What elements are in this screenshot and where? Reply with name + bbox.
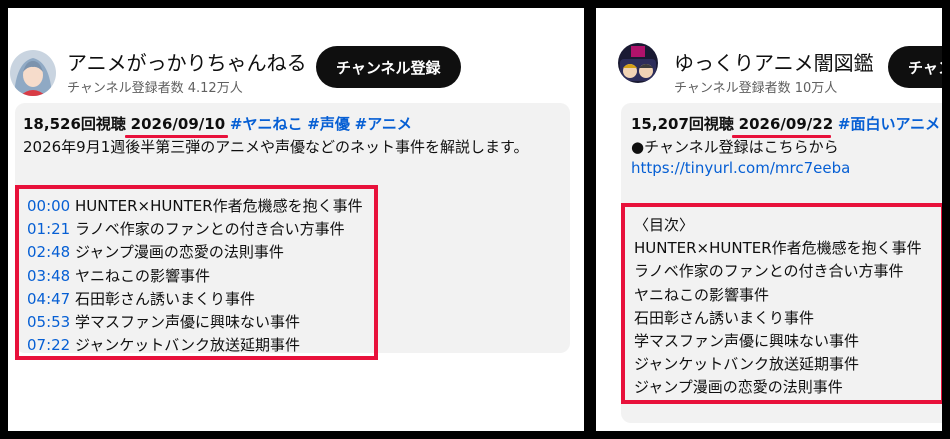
toc-highlight-box: 〈目次〉 HUNTER×HUNTER作者危機感を抱く事件 ラノベ作家のファンとの…	[621, 203, 942, 404]
channel-name[interactable]: アニメがっかりちゃんねる	[67, 47, 307, 76]
toc-heading: 〈目次〉	[634, 216, 695, 234]
timestamp-link[interactable]: 00:00	[27, 197, 70, 215]
chapter-row: 04:47 石田彰さん誘いまくり事件	[27, 288, 374, 311]
chapter-row: 07:22 ジャンケットバンク放送延期事件	[27, 334, 374, 357]
chapter-title: ジャンケットバンク放送延期事件	[75, 336, 301, 355]
description-box[interactable]: 18,526回視聴 2026/09/10 #ヤニねこ #声優 #アニメ 2026…	[15, 103, 570, 360]
description-text: 2026年9月1週後半第三弾のアニメや声優などのネット事件を解説します。	[23, 138, 529, 156]
toc-item: ジャンケットバンク放送延期事件	[634, 355, 860, 374]
meta-line: 15,207回視聴 2026/09/22 #面白いアニメ	[631, 113, 940, 134]
toc-item: ラノベ作家のファンとの付き合い方事件	[634, 262, 904, 281]
chapter-row: 00:00 HUNTER×HUNTER作者危機感を抱く事件	[27, 195, 374, 218]
chapter-title: ジャンプ漫画の恋愛の法則事件	[75, 243, 284, 262]
channel-row: ゆっくりアニメ闇図鑑 チャンネル登録者数 10万人 チャンネル登録	[596, 43, 942, 100]
toc-item: 学マスファン声優に興味ない事件	[634, 331, 860, 350]
hashtag-link[interactable]: #面白いアニメ	[838, 115, 940, 133]
timestamp-link[interactable]: 01:21	[27, 220, 70, 238]
subscribe-button[interactable]: チャンネル登録	[316, 46, 461, 88]
chapter-title: ラノベ作家のファンとの付き合い方事件	[75, 220, 345, 239]
timestamp-link[interactable]: 04:47	[27, 290, 70, 308]
chapter-highlight-box: 00:00 HUNTER×HUNTER作者危機感を抱く事件 01:21 ラノベ作…	[15, 185, 378, 360]
channel-name[interactable]: ゆっくりアニメ闇図鑑	[674, 47, 874, 76]
left-video-card: アニメがっかりちゃんねる チャンネル登録者数 4.12万人 チャンネル登録 18…	[8, 8, 584, 431]
channel-row: アニメがっかりちゃんねる チャンネル登録者数 4.12万人 チャンネル登録	[8, 44, 584, 100]
upload-date: 2026/09/22	[738, 115, 834, 133]
hashtag-link[interactable]: #声優	[307, 115, 350, 133]
description-text: ●チャンネル登録はこちらから	[631, 138, 839, 156]
chapter-title: 石田彰さん誘いまくり事件	[75, 289, 256, 308]
view-count: 18,526回視聴	[23, 115, 126, 133]
upload-date: 2026/09/10	[130, 115, 226, 133]
chapter-title: HUNTER×HUNTER作者危機感を抱く事件	[75, 197, 363, 215]
hashtag-link[interactable]: #アニメ	[355, 115, 412, 133]
timestamp-link[interactable]: 03:48	[27, 267, 70, 285]
hashtag-link[interactable]: #ヤニねこ	[230, 115, 303, 133]
chapter-row: 01:21 ラノベ作家のファンとの付き合い方事件	[27, 218, 374, 241]
chapter-row: 03:48 ヤニねこの影響事件	[27, 265, 374, 288]
chapter-title: ヤニねこの影響事件	[75, 266, 211, 285]
subscriber-count: チャンネル登録者数 4.12万人	[67, 81, 243, 96]
channel-avatar[interactable]	[10, 50, 56, 96]
subscribe-button[interactable]: チャンネル登録	[888, 46, 942, 88]
chapter-row: 05:53 学マスファン声優に興味ない事件	[27, 311, 374, 334]
toc-item: 石田彰さん誘いまくり事件	[634, 308, 815, 327]
view-count: 15,207回視聴	[631, 115, 734, 133]
toc-item: HUNTER×HUNTER作者危機感を抱く事件	[634, 239, 922, 258]
chapter-row: 02:48 ジャンプ漫画の恋愛の法則事件	[27, 241, 374, 264]
meta-line: 18,526回視聴 2026/09/10 #ヤニねこ #声優 #アニメ	[23, 113, 412, 134]
description-box[interactable]: 15,207回視聴 2026/09/22 #面白いアニメ ●チャンネル登録はこち…	[621, 103, 942, 423]
right-video-card: ゆっくりアニメ闇図鑑 チャンネル登録者数 10万人 チャンネル登録 15,207…	[596, 8, 942, 431]
chapter-title: 学マスファン声優に興味ない事件	[75, 312, 301, 331]
toc-item: ジャンプ漫画の恋愛の法則事件	[634, 378, 843, 397]
timestamp-link[interactable]: 05:53	[27, 313, 70, 331]
channel-avatar[interactable]	[618, 43, 658, 83]
timestamp-link[interactable]: 02:48	[27, 243, 70, 261]
subscriber-count: チャンネル登録者数 10万人	[674, 81, 838, 96]
channel-link[interactable]: https://tinyurl.com/mrc7eeba	[631, 159, 850, 177]
toc-item: ヤニねこの影響事件	[634, 285, 770, 304]
timestamp-link[interactable]: 07:22	[27, 336, 70, 354]
yukkuri-avatar-icon	[618, 43, 658, 83]
anime-girl-avatar-icon	[10, 50, 56, 96]
